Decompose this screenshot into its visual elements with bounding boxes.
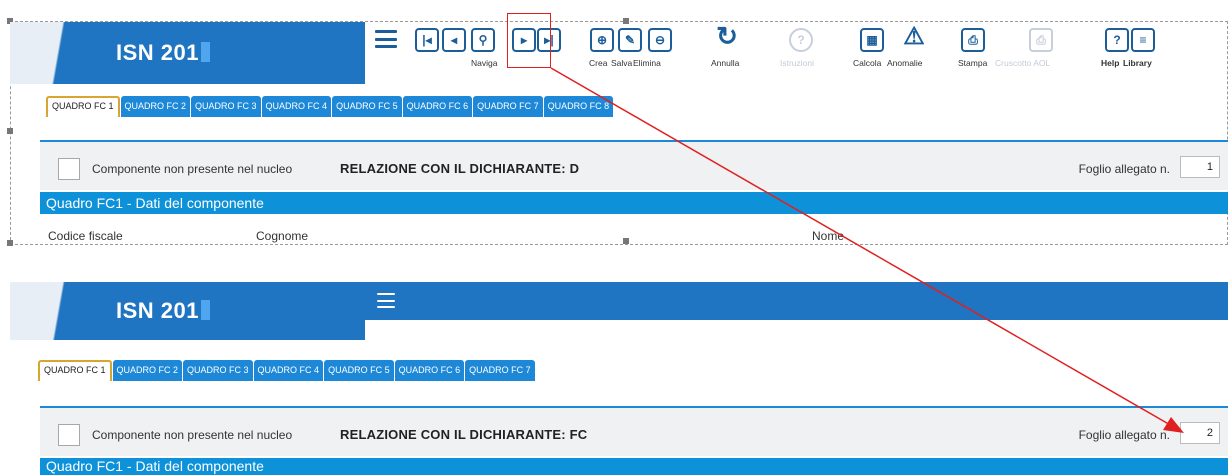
search-icon[interactable]: ⚲	[471, 28, 495, 52]
foglio-input[interactable]: 1	[1180, 156, 1220, 178]
library-icon[interactable]: ≡	[1131, 28, 1155, 52]
istruzioni-label: Istruzioni	[780, 58, 815, 68]
printer-icon: ⎙	[1029, 28, 1053, 52]
calcola-label[interactable]: Calcola	[853, 58, 881, 68]
crea-label[interactable]: Crea	[589, 58, 607, 68]
help-book-icon[interactable]: ?	[1105, 28, 1129, 52]
toolbar: |◂ ◂ ⚲ ▸ ▸| Naviga ⊕ ✎ ⊖ Crea Salva Elim…	[365, 21, 1228, 84]
first-record-icon[interactable]: |◂	[415, 28, 439, 52]
help-circle-icon: ?	[789, 28, 813, 52]
foglio-input[interactable]: 2	[1180, 422, 1220, 444]
create-icon[interactable]: ⊕	[590, 28, 614, 52]
tab-quadro-fc1[interactable]: QUADRO FC 1	[38, 360, 112, 381]
previous-record-icon[interactable]: ◂	[442, 28, 466, 52]
selection-handle	[7, 128, 13, 134]
app-logo: ISN 201	[10, 282, 365, 340]
app-logo: ISN 201	[10, 22, 365, 84]
menu-icon[interactable]	[377, 293, 395, 308]
tab-quadro-fc7[interactable]: QUADRO FC 7	[473, 96, 543, 117]
component-row: Componente non presente nel nucleo RELAZ…	[40, 406, 1228, 456]
selection-handle	[7, 240, 13, 246]
menu-icon[interactable]	[375, 30, 397, 48]
save-icon[interactable]: ✎	[618, 28, 642, 52]
text-cursor	[201, 300, 210, 320]
logo-text: ISN 201	[116, 298, 210, 324]
menu-bar	[365, 282, 1228, 320]
calculator-icon[interactable]: ▦	[860, 28, 884, 52]
nome-label: Nome	[812, 229, 845, 243]
not-present-label: Componente non presente nel nucleo	[92, 428, 293, 442]
undo-icon[interactable]: ↻	[715, 21, 739, 51]
elimina-label[interactable]: Elimina	[633, 58, 661, 68]
tab-strip: QUADRO FC 1 QUADRO FC 2 QUADRO FC 3 QUAD…	[46, 96, 614, 117]
navigate-label: Naviga	[471, 58, 498, 68]
foglio-label: Foglio allegato n.	[1078, 428, 1170, 442]
tab-quadro-fc1[interactable]: QUADRO FC 1	[46, 96, 120, 117]
stampa-label[interactable]: Stampa	[958, 58, 987, 68]
cognome-label: Cognome	[256, 229, 309, 243]
tab-quadro-fc2[interactable]: QUADRO FC 2	[120, 96, 191, 117]
cruscotto-label: Cruscotto AOL	[995, 58, 1051, 68]
tab-quadro-fc7[interactable]: QUADRO FC 7	[465, 360, 535, 381]
next-record-icon[interactable]: ▸	[512, 28, 536, 52]
section-title: Quadro FC1 - Dati del componente	[40, 192, 1228, 214]
not-present-label: Componente non presente nel nucleo	[92, 162, 293, 176]
tab-quadro-fc4[interactable]: QUADRO FC 4	[261, 96, 332, 117]
help-label[interactable]: Help	[1101, 58, 1119, 68]
foglio-label: Foglio allegato n.	[1078, 162, 1170, 176]
salva-label[interactable]: Salva	[611, 58, 632, 68]
text-cursor	[201, 42, 210, 62]
top-panel: ISN 201 |◂ ◂ ⚲ ▸ ▸| Naviga ⊕ ✎ ⊖ Crea Sa…	[0, 0, 1228, 250]
tab-quadro-fc3[interactable]: QUADRO FC 3	[183, 360, 253, 381]
not-present-checkbox[interactable]	[58, 424, 80, 446]
relation-title: RELAZIONE CON IL DICHIARANTE: D	[340, 161, 580, 176]
relation-title: RELAZIONE CON IL DICHIARANTE: FC	[340, 427, 588, 442]
not-present-checkbox[interactable]	[58, 158, 80, 180]
codice-fiscale-label: Codice fiscale	[48, 229, 123, 243]
logo-text: ISN 201	[116, 40, 210, 66]
delete-icon[interactable]: ⊖	[648, 28, 672, 52]
print-pdf-icon[interactable]: ⎙	[961, 28, 985, 52]
tab-quadro-fc8[interactable]: QUADRO FC 8	[543, 96, 614, 117]
tab-quadro-fc3[interactable]: QUADRO FC 3	[191, 96, 261, 117]
tab-quadro-fc6[interactable]: QUADRO FC 6	[394, 360, 465, 381]
component-row: Componente non presente nel nucleo RELAZ…	[40, 140, 1228, 190]
section-title: Quadro FC1 - Dati del componente	[40, 458, 1228, 475]
tab-quadro-fc6[interactable]: QUADRO FC 6	[402, 96, 473, 117]
bottom-panel: ISN 201 QUADRO FC 1 QUADRO FC 2 QUADRO F…	[0, 282, 1228, 475]
anomalie-label[interactable]: Anomalie	[887, 58, 922, 68]
annulla-label[interactable]: Annulla	[711, 58, 739, 68]
tab-strip: QUADRO FC 1 QUADRO FC 2 QUADRO FC 3 QUAD…	[38, 360, 535, 381]
library-label[interactable]: Library	[1123, 58, 1152, 68]
last-record-icon[interactable]: ▸|	[537, 28, 561, 52]
tab-quadro-fc2[interactable]: QUADRO FC 2	[112, 360, 183, 381]
selection-handle	[623, 238, 629, 244]
tab-quadro-fc5[interactable]: QUADRO FC 5	[324, 360, 394, 381]
warning-icon[interactable]: ⚠	[902, 23, 926, 50]
tab-quadro-fc5[interactable]: QUADRO FC 5	[332, 96, 402, 117]
tab-quadro-fc4[interactable]: QUADRO FC 4	[253, 360, 324, 381]
